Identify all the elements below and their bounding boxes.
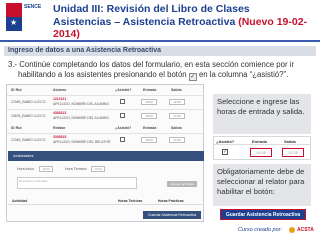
salida-input[interactable]: 12:00 [169, 137, 185, 143]
zoom-col-asistio: ¿Asistió? [216, 139, 235, 144]
activities-table-header: Actividad Horas Teóricas Horas Prácticas [8, 197, 204, 205]
row-id: 15678_BABIO LUCCO [11, 114, 46, 118]
hora-termino-input[interactable]: 12:00 [91, 166, 105, 172]
header-divider [0, 40, 320, 42]
col-actividad: Actividad [12, 199, 28, 203]
salida-input[interactable]: 12:00 [169, 113, 185, 119]
star-icon: ★ [10, 18, 18, 27]
row-id: 12345_BABIO LUCCO [11, 100, 46, 104]
subtitle-date: 2014) [53, 28, 80, 40]
col-entrada: Entrada [143, 126, 157, 130]
activity-description-textarea[interactable]: Descripción actividad [17, 177, 137, 189]
col-relator: Relator [53, 126, 66, 130]
activities-label: Actividades [13, 153, 34, 158]
row-id: 12345_BABIO LUCCO [11, 138, 46, 142]
footer-logo-mark [289, 227, 295, 233]
col-horas-teoricas: Horas Teóricas [118, 199, 143, 203]
students-table-header: ID Rut Alumno ¿Asistió? Entrada Salida [7, 87, 203, 94]
page-subtitle: Asistencias – Asistencia Retroactiva (Nu… [53, 16, 307, 28]
checkbox-icon: ✓ [188, 73, 197, 81]
table-row: 12345_BABIO LUCCO 1212121 APELLIDO, NOMB… [7, 95, 203, 108]
row-name: APELLIDO, NOMBRE DEL ALUMNO [53, 102, 110, 106]
logo-text: SENCE [24, 4, 42, 10]
callout-hours: Seleccione e ingrese las horas de entrad… [213, 94, 311, 134]
zoom-entrada-input[interactable]: 10:00 [250, 148, 272, 157]
logo-red-block [6, 3, 22, 17]
zoom-col-entrada: Entrada [252, 139, 267, 144]
form-screenshot-panel: ID Rut Alumno ¿Asistió? Entrada Salida 1… [6, 84, 204, 222]
activities-header [8, 151, 204, 161]
entrada-input[interactable]: 10:00 [141, 137, 157, 143]
save-retroactive-button-small[interactable]: Guardar Asistencia Retroactiva [143, 211, 201, 219]
row-code: 3392615 [53, 135, 67, 139]
attendance-checkbox[interactable] [120, 99, 125, 104]
instruction-line1: 3.- Continúe completando los datos del f… [8, 60, 295, 69]
col-asistio: ¿Asistió? [115, 126, 132, 130]
salida-input[interactable]: 12:00 [169, 99, 185, 105]
entrada-input[interactable]: 10:00 [141, 113, 157, 119]
instruction-line2: habilitando a los asistentes presionando… [8, 70, 308, 81]
zoom-salida-input[interactable]: 12:00 [282, 148, 304, 157]
col-alumno: Alumno [53, 88, 67, 92]
instruction-text: 3.- Continúe completando los datos del f… [8, 60, 308, 81]
entrada-input[interactable]: 10:00 [141, 99, 157, 105]
row-name: APELLIDO, NOMBRE DEL ALUMNO [53, 116, 110, 120]
hora-inicio-label: Hora Inicio: [17, 167, 35, 171]
row-code: 4383313 [53, 111, 67, 115]
page-title: Unidad III: Revisión del Libro de Clases [53, 3, 250, 15]
attendance-checkbox[interactable] [120, 113, 125, 118]
attendance-zoom-table: ¿Asistió? Entrada Salida ✓ 10:00 12:00 [213, 136, 311, 160]
subtitle-highlight: (Nuevo 19-02- [238, 16, 308, 28]
save-retroactive-button[interactable]: Guardar Asistencia Retroactiva [220, 209, 306, 220]
callout-relator: Obligatoriamente debe de seleccionar al … [213, 164, 311, 206]
sence-logo: ★ SENCE [6, 3, 41, 37]
add-activity-button[interactable]: Agregar actividad [167, 181, 197, 187]
relator-table-header: ID Rut Relator ¿Asistió? Entrada Salida [7, 125, 203, 132]
instruction-part2: habilitando a los asistentes presionando… [18, 70, 189, 79]
col-asistio: ¿Asistió? [115, 88, 132, 92]
footer-credit: Curso creado por: [238, 227, 283, 233]
instruction-part3: en la columna “¿asistió?”. [196, 70, 289, 79]
table-row: 12345_BABIO LUCCO 3392615 APELLIDO, NOMB… [7, 133, 203, 146]
row-name: APELLIDO, NOMBRE DEL RELATOR [53, 140, 111, 144]
col-horas-practicas: Horas Prácticas [158, 199, 184, 203]
hora-termino-label: Hora Término: [65, 167, 88, 171]
footer-brand: ACSTA [297, 227, 314, 233]
slide: ★ SENCE Unidad III: Revisión del Libro d… [0, 0, 320, 240]
relator-checkbox[interactable] [120, 137, 125, 142]
col-salida: Salida [171, 126, 182, 130]
col-id: ID Rut [11, 126, 22, 130]
zoom-attendance-checkbox[interactable]: ✓ [222, 149, 228, 155]
col-salida: Salida [171, 88, 182, 92]
subtitle-main: Asistencias – Asistencia Retroactiva [53, 16, 239, 28]
col-entrada: Entrada [143, 88, 157, 92]
row-code: 1212121 [53, 97, 67, 101]
zoom-table-header: ¿Asistió? Entrada Salida [214, 137, 310, 145]
hora-inicio-input[interactable]: 10:00 [39, 166, 53, 172]
zoom-col-salida: Salida [284, 139, 296, 144]
section-title: Ingreso de datos a una Asistencia Retroa… [8, 47, 162, 54]
table-row: 15678_BABIO LUCCO 4383313 APELLIDO, NOMB… [7, 109, 203, 122]
col-id: ID Rut [11, 88, 22, 92]
